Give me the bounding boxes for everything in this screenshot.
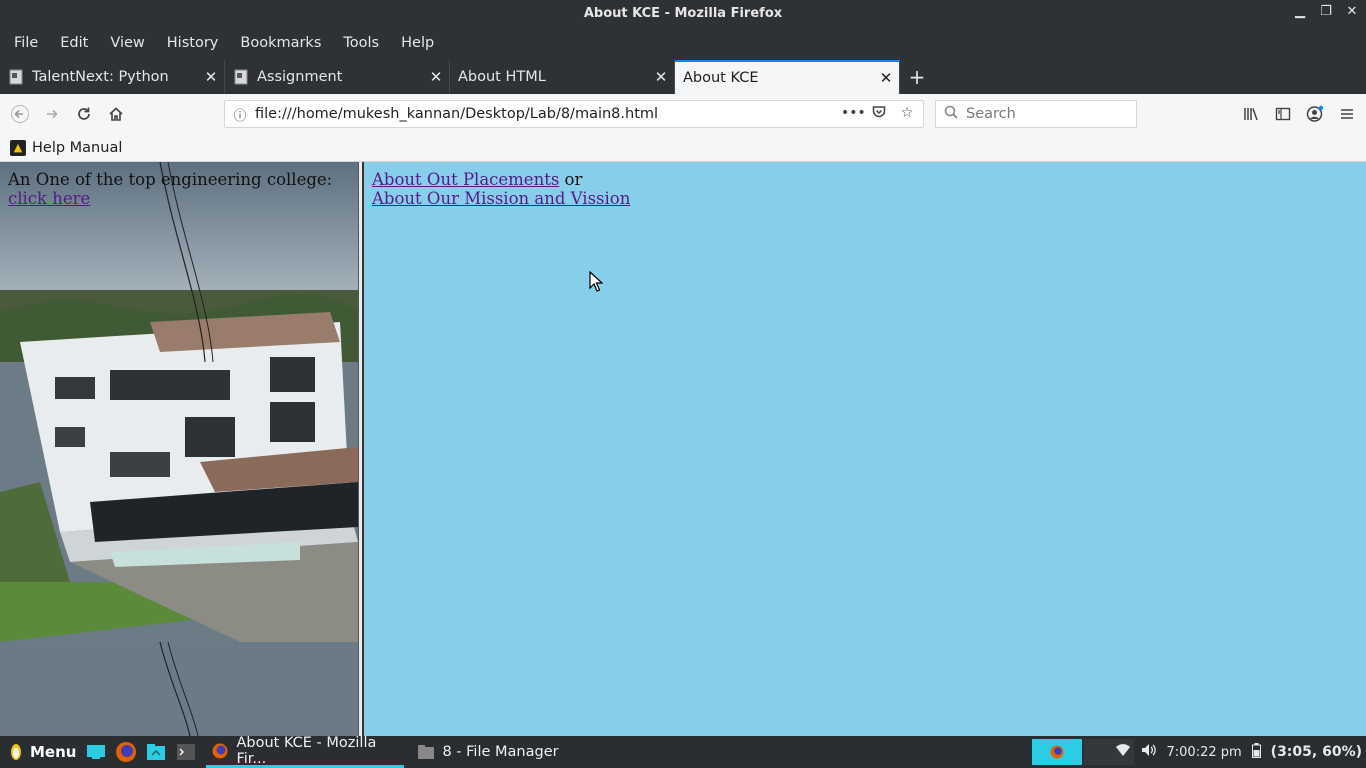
window-titlebar: About KCE - Mozilla Firefox ▁ ❐ ✕ (0, 0, 1366, 26)
new-tab-button[interactable]: + (900, 60, 934, 94)
tab-talentnext[interactable]: TalentNext: Python ✕ (0, 60, 225, 94)
linux-penguin-icon: ▲ (10, 139, 26, 156)
menu-bookmarks[interactable]: Bookmarks (232, 35, 329, 51)
sidebar-icon[interactable] (1270, 98, 1296, 130)
taskbar-task-firefox[interactable]: About KCE - Mozilla Fir... (206, 734, 405, 768)
tab-label: Assignment (257, 69, 343, 85)
volume-icon[interactable] (1141, 743, 1157, 761)
menu-view[interactable]: View (102, 35, 152, 51)
tab-label: About KCE (683, 70, 759, 86)
left-frame: An One of the top engineering college: c… (0, 162, 358, 736)
more-actions-icon[interactable]: ••• (841, 105, 866, 123)
hamburger-menu-icon[interactable] (1334, 98, 1360, 130)
library-icon[interactable] (1238, 98, 1264, 130)
info-icon[interactable]: ⓘ (225, 105, 255, 124)
tab-strip: TalentNext: Python ✕ Assignment ✕ About … (0, 60, 1366, 94)
taskbar: Menu About KCE - Mozilla Fir... 8 - File… (0, 734, 1366, 768)
linux-penguin-icon (11, 744, 21, 760)
url-bar[interactable]: ⓘ file:///home/mukesh_kannan/Desktop/Lab… (224, 100, 924, 128)
battery-icon[interactable] (1251, 742, 1261, 762)
maximize-icon[interactable]: ❐ (1318, 3, 1334, 21)
account-icon[interactable] (1302, 98, 1328, 130)
bookmark-help-manual[interactable]: ▲ Help Manual (10, 139, 123, 156)
document-icon (8, 69, 24, 85)
tab-assignment[interactable]: Assignment ✕ (225, 60, 450, 94)
bookmarks-toolbar: ▲ Help Manual (0, 134, 1366, 162)
home-folder-icon[interactable] (144, 740, 168, 764)
pocket-icon[interactable] (869, 105, 889, 123)
bookmark-label: Help Manual (32, 139, 123, 156)
page-content: An One of the top engineering college: c… (0, 162, 1366, 736)
menu-edit[interactable]: Edit (52, 35, 96, 51)
toolbar-right (1238, 98, 1360, 130)
reload-icon[interactable] (68, 98, 100, 130)
menu-bar: File Edit View History Bookmarks Tools H… (0, 26, 1366, 60)
left-frame-text: An One of the top engineering college: c… (8, 170, 332, 208)
or-text: or (559, 170, 583, 189)
close-tab-icon[interactable]: ✕ (648, 68, 674, 86)
firefox-icon[interactable] (114, 740, 138, 764)
home-icon[interactable] (100, 98, 132, 130)
close-tab-icon[interactable]: ✕ (198, 68, 224, 86)
menu-help[interactable]: Help (393, 35, 442, 51)
minimize-icon[interactable]: ▁ (1292, 3, 1308, 21)
start-menu-button[interactable]: Menu (0, 743, 82, 761)
college-description: An One of the top engineering college: (8, 170, 333, 189)
search-icon (944, 105, 958, 123)
mission-vision-link[interactable]: About Our Mission and Vission (372, 189, 630, 208)
placements-link[interactable]: About Out Placements (372, 170, 559, 189)
close-window-icon[interactable]: ✕ (1344, 3, 1360, 21)
folder-icon (418, 744, 435, 760)
click-here-link[interactable]: click here (8, 189, 90, 208)
show-desktop-icon[interactable] (84, 740, 108, 764)
task-label: About KCE - Mozilla Fir... (236, 734, 377, 767)
campus-building-image (0, 162, 358, 642)
url-actions: ••• ☆ (841, 105, 923, 123)
system-tray: 7:00:22 pm (3:05, 60%) (1115, 736, 1362, 768)
navigation-toolbar: ⓘ file:///home/mukesh_kannan/Desktop/Lab… (0, 94, 1366, 134)
quick-launch (84, 740, 198, 764)
url-text[interactable]: file:///home/mukesh_kannan/Desktop/Lab/8… (255, 106, 841, 122)
terminal-icon[interactable] (174, 740, 198, 764)
close-tab-icon[interactable]: ✕ (873, 69, 899, 87)
window-controls: ▁ ❐ ✕ (1292, 3, 1360, 21)
menu-file[interactable]: File (6, 35, 46, 51)
search-placeholder: Search (966, 106, 1016, 122)
task-label: 8 - File Manager (442, 744, 559, 760)
workspace-1[interactable] (1032, 739, 1082, 765)
firefox-icon (212, 743, 228, 759)
menu-label: Menu (30, 743, 77, 761)
tab-about-kce[interactable]: About KCE ✕ (675, 60, 900, 94)
mouse-pointer-icon (589, 271, 603, 292)
menu-history[interactable]: History (159, 35, 227, 51)
forward-arrow-icon[interactable] (36, 98, 68, 130)
tab-label: TalentNext: Python (32, 69, 169, 85)
clock[interactable]: 7:00:22 pm (1167, 745, 1242, 760)
right-frame: About Out Placements or About Our Missio… (364, 162, 1366, 736)
close-tab-icon[interactable]: ✕ (423, 68, 449, 86)
search-bar[interactable]: Search (935, 100, 1137, 128)
window-title: About KCE - Mozilla Firefox (583, 5, 783, 21)
menu-tools[interactable]: Tools (335, 35, 387, 51)
battery-status: (3:05, 60%) (1270, 744, 1362, 760)
wifi-icon[interactable] (1115, 743, 1131, 761)
tab-about-html[interactable]: About HTML ✕ (450, 60, 675, 94)
campus-building-image-repeat (0, 642, 358, 736)
tab-label: About HTML (458, 69, 546, 85)
document-icon (233, 69, 249, 85)
back-arrow-icon[interactable] (4, 98, 36, 130)
taskbar-task-file-manager[interactable]: 8 - File Manager (412, 736, 564, 768)
bookmark-star-icon[interactable]: ☆ (897, 105, 917, 123)
